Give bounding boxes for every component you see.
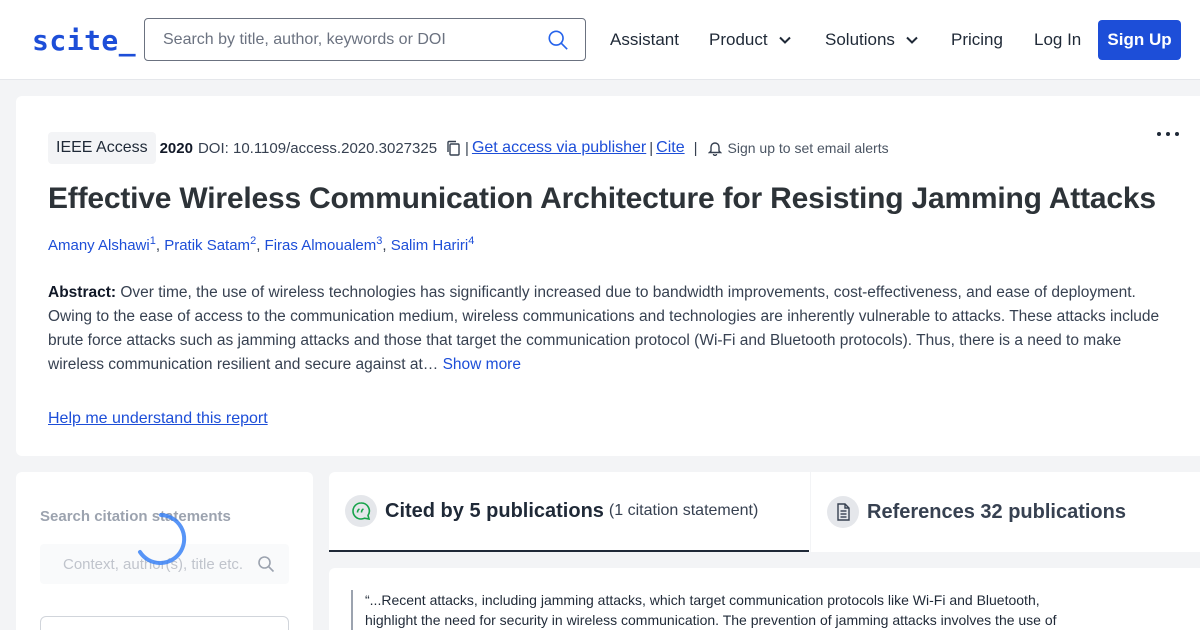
loading-spinner-icon (138, 513, 187, 565)
quote-bubble-icon (345, 495, 377, 527)
nav-product[interactable]: Product (709, 30, 792, 50)
copy-icon[interactable] (445, 140, 462, 157)
tab-references[interactable]: References 32 publications (810, 472, 1200, 552)
citation-quote: “...Recent attacks, including jamming at… (351, 590, 1071, 630)
search-icon[interactable] (257, 555, 275, 573)
author-affiliation-number: 4 (468, 235, 475, 247)
separator: | (693, 139, 698, 157)
paper-meta: IEEE Access 2020 DOI: 10.1109/access.202… (48, 132, 889, 164)
author-separator: , (382, 237, 387, 254)
nav-pricing-label: Pricing (951, 30, 1003, 49)
author-link[interactable]: Pratik Satam (164, 237, 250, 254)
chevron-down-icon (778, 36, 791, 44)
show-more-link[interactable]: Show more (438, 356, 521, 373)
abstract-text: Over time, the use of wireless technolog… (48, 284, 1160, 373)
tab-references-label: References 32 publications (867, 500, 1126, 523)
abstract-label: Abstract: (48, 284, 117, 301)
scite-logo[interactable]: scite_ (32, 24, 136, 57)
citation-search-panel: Search citation statements (16, 472, 313, 630)
author-link[interactable]: Amany Alshawi (48, 237, 150, 254)
publication-year: 2020 (159, 139, 193, 157)
nav-pricing[interactable]: Pricing (951, 30, 1003, 50)
author-list: Amany Alshawi1, Pratik Satam2, Firas Alm… (48, 235, 474, 254)
more-options-icon[interactable] (1153, 124, 1183, 144)
tab-cited-by-label: Cited by 5 publications (385, 499, 604, 522)
citation-tabs: Cited by 5 publications (1 citation stat… (329, 472, 1200, 552)
citation-statement-card: “...Recent attacks, including jamming at… (329, 568, 1200, 630)
nav-assistant[interactable]: Assistant (610, 30, 679, 50)
search-input[interactable] (146, 20, 536, 59)
tab-cited-by-count: (1 citation statement) (608, 502, 759, 519)
document-icon (827, 496, 859, 528)
top-header: scite_ Assistant Product Solutions Prici… (0, 0, 1200, 80)
nav-solutions[interactable]: Solutions (825, 30, 919, 50)
separator: | (649, 139, 654, 157)
bell-icon[interactable] (707, 140, 722, 156)
author-separator: , (256, 237, 261, 254)
tab-cited-by[interactable]: Cited by 5 publications (1 citation stat… (329, 472, 809, 552)
nav-login[interactable]: Log In (1034, 30, 1081, 50)
nav-login-label: Log In (1034, 30, 1082, 49)
journal-badge[interactable]: IEEE Access (48, 132, 156, 164)
cite-link[interactable]: Cite (656, 139, 684, 157)
author-link[interactable]: Salim Hariri (391, 237, 469, 254)
separator: | (465, 139, 469, 157)
nav-product-label: Product (709, 30, 768, 49)
chevron-down-icon (906, 36, 918, 44)
help-understand-link[interactable]: Help me understand this report (48, 410, 268, 428)
abstract: Abstract: Over time, the use of wireless… (48, 281, 1163, 377)
nav-solutions-label: Solutions (825, 30, 895, 49)
get-access-link[interactable]: Get access via publisher (472, 139, 646, 157)
paper-card: IEEE Access 2020 DOI: 10.1109/access.202… (16, 96, 1200, 456)
paper-title: Effective Wireless Communication Archite… (48, 182, 1156, 215)
author-link[interactable]: Firas Almoualem (265, 237, 377, 254)
nav-assistant-label: Assistant (610, 30, 679, 49)
search-box[interactable] (144, 18, 586, 61)
signup-button[interactable]: Sign Up (1098, 20, 1181, 60)
email-alerts-link[interactable]: Sign up to set email alerts (728, 140, 889, 156)
author-separator: , (155, 237, 161, 254)
doi-text: DOI: 10.1109/access.2020.3027325 (197, 139, 438, 157)
search-icon[interactable] (547, 29, 569, 51)
sort-select[interactable] (40, 616, 289, 630)
